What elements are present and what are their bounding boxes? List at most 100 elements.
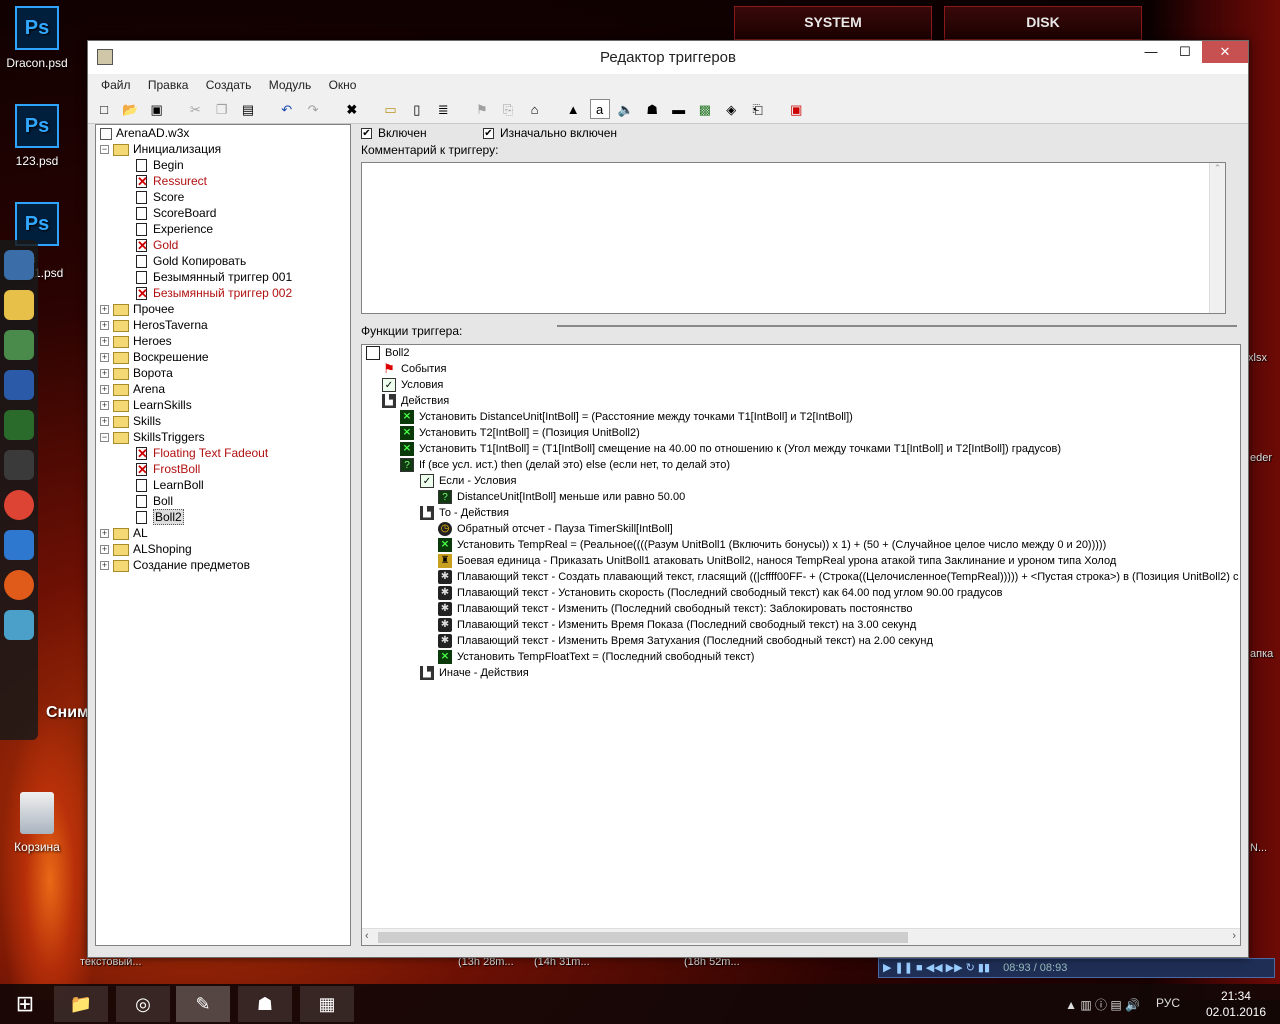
tree-trigger[interactable]: ✕ Ressurect bbox=[96, 173, 350, 189]
new-comment-icon[interactable]: ≣ bbox=[433, 99, 453, 119]
delete-icon[interactable]: ✖ bbox=[342, 99, 362, 119]
horizontal-scrollbar[interactable]: ‹ › bbox=[362, 928, 1240, 945]
network-icon[interactable] bbox=[4, 370, 34, 400]
tree-folder[interactable]: + ALShoping bbox=[96, 541, 350, 557]
splitter[interactable] bbox=[557, 325, 1237, 327]
v-icon[interactable] bbox=[4, 450, 34, 480]
actions-node[interactable]: ▙ Действия bbox=[382, 393, 449, 409]
tree-trigger[interactable]: ✕ Gold bbox=[96, 237, 350, 253]
tree-folder[interactable]: + Прочее bbox=[96, 301, 350, 317]
enabled-checkbox[interactable]: ✔ Включен bbox=[361, 124, 427, 142]
action-row[interactable]: ⨯ Установить T2[IntBoll] = (Позиция UnitB… bbox=[400, 425, 640, 441]
tree-folder[interactable]: + Воскрешение bbox=[96, 349, 350, 365]
action-row[interactable]: ✱ Плавающий текст - Изменить Время Затуха… bbox=[438, 633, 933, 649]
save-icon[interactable]: ▣ bbox=[147, 99, 167, 119]
expand-icon[interactable]: + bbox=[100, 545, 109, 555]
new-action-icon[interactable]: ⌂ bbox=[525, 99, 545, 119]
action-row[interactable]: ? If (все усл. ист.) then (делай это) els… bbox=[400, 457, 730, 473]
action-row[interactable]: ✱ Плавающий текст - Изменить Время Показа… bbox=[438, 617, 916, 633]
new-event-icon[interactable]: ⚑ bbox=[472, 99, 492, 119]
action-row[interactable]: ♜ Боевая единица - Приказать UnitBoll1 ат… bbox=[438, 553, 1116, 569]
collapse-icon[interactable]: − bbox=[100, 433, 109, 443]
worldedit-task[interactable]: ✎ bbox=[176, 986, 230, 1022]
photos-task[interactable]: ▦ bbox=[300, 986, 354, 1022]
expand-icon[interactable]: + bbox=[100, 353, 109, 363]
tree-trigger[interactable]: ✕ FrostBoll bbox=[96, 461, 350, 477]
conditions-node[interactable]: ✓ Условия bbox=[382, 377, 443, 393]
disk-button[interactable]: DISK bbox=[944, 6, 1142, 40]
system-button[interactable]: SYSTEM bbox=[734, 6, 932, 40]
cut-icon[interactable]: ✂ bbox=[185, 99, 205, 119]
maximize-button[interactable]: ☐ bbox=[1168, 41, 1202, 63]
sound-editor-icon[interactable]: 🔈 bbox=[616, 99, 636, 119]
object-manager-icon[interactable]: ◈ bbox=[721, 99, 741, 119]
tree-folder[interactable]: + LearnSkills bbox=[96, 397, 350, 413]
input-language[interactable]: РУС bbox=[1156, 996, 1180, 1010]
tree-folder[interactable]: − SkillsTriggers bbox=[96, 429, 350, 445]
functions-tree[interactable]: Boll2 ⚑ События ✓ Условия ▙ Действия ⨯ Установит… bbox=[361, 344, 1241, 946]
comment-textarea[interactable]: ⌃ bbox=[361, 162, 1226, 314]
new-icon[interactable]: □ bbox=[94, 99, 114, 119]
menu-module[interactable]: Модуль bbox=[262, 74, 319, 96]
events-node[interactable]: ⚑ События bbox=[382, 361, 446, 377]
menu-edit[interactable]: Правка bbox=[141, 74, 196, 96]
media-player-bar[interactable]: ▶ ❚❚ ■ ◀◀ ▶▶ ↻ ▮▮ 08:93 / 08:93 bbox=[878, 958, 1275, 978]
menu-window[interactable]: Окно bbox=[322, 74, 364, 96]
expand-icon[interactable]: + bbox=[100, 529, 109, 539]
clock[interactable]: 21:34 02.01.2016 bbox=[1206, 988, 1266, 1020]
tree-folder[interactable]: + Создание предметов bbox=[96, 557, 350, 573]
action-row[interactable]: ⨯ Установить T1[IntBoll] = (T1[IntBoll] с… bbox=[400, 441, 1061, 457]
tree-root[interactable]: ArenaAD.w3x bbox=[96, 125, 350, 141]
start-button[interactable]: ⊞ bbox=[0, 986, 50, 1022]
tree-folder[interactable]: + Skills bbox=[96, 413, 350, 429]
tree-folder[interactable]: + AL bbox=[96, 525, 350, 541]
tray-icons[interactable]: ▲ ▥ ⓘ ▤ 🔊 bbox=[1065, 996, 1140, 1013]
expand-icon[interactable]: + bbox=[100, 321, 109, 331]
import-manager-icon[interactable]: ⎗ bbox=[748, 99, 768, 119]
open-icon[interactable]: 📂 bbox=[120, 99, 140, 119]
trigger-editor-icon[interactable]: a bbox=[589, 99, 610, 119]
tree-folder[interactable]: + Arena bbox=[96, 381, 350, 397]
campaign-editor-icon[interactable]: ▬ bbox=[669, 99, 689, 119]
action-row[interactable]: ⨯ Установить TempReal = (Реальное((((Разу… bbox=[438, 537, 1106, 553]
recycle-bin[interactable]: Корзина bbox=[0, 792, 74, 854]
action-row[interactable]: ✱ Плавающий текст - Изменить (Последний с… bbox=[438, 601, 912, 617]
new-category-icon[interactable]: ▭ bbox=[380, 99, 400, 119]
chrome-task[interactable]: ◎ bbox=[116, 986, 170, 1022]
terrain-editor-icon[interactable]: ▲ bbox=[563, 99, 583, 119]
tree-trigger[interactable]: ✕ Безымянный триггер 002 bbox=[96, 285, 350, 301]
action-row[interactable]: ⨯ Установить DistanceUnit[IntBoll] = (Рас… bbox=[400, 409, 853, 425]
paste-icon[interactable]: ▤ bbox=[238, 99, 258, 119]
expand-icon[interactable]: + bbox=[100, 337, 109, 347]
expand-icon[interactable]: + bbox=[100, 305, 109, 315]
tree-trigger[interactable]: Безымянный триггер 001 bbox=[96, 269, 350, 285]
computer-icon[interactable] bbox=[4, 250, 34, 280]
tree-trigger[interactable]: Gold Копировать bbox=[96, 253, 350, 269]
expand-icon[interactable]: + bbox=[100, 401, 109, 411]
flash-icon[interactable] bbox=[4, 570, 34, 600]
tree-folder[interactable]: + Ворота bbox=[96, 365, 350, 381]
redo-icon[interactable]: ↷ bbox=[303, 99, 323, 119]
folder-icon[interactable] bbox=[4, 290, 34, 320]
download-icon[interactable] bbox=[4, 330, 34, 360]
undo-icon[interactable]: ↶ bbox=[277, 99, 297, 119]
then-actions-node[interactable]: ▙ То - Действия bbox=[420, 505, 509, 521]
condition-row[interactable]: ? DistanceUnit[IntBoll] меньше или равно … bbox=[438, 489, 685, 505]
tree-folder[interactable]: + Heroes bbox=[96, 333, 350, 349]
tree-folder[interactable]: − Инициализация bbox=[96, 141, 350, 157]
warcraft-task[interactable]: ☗ bbox=[238, 986, 292, 1022]
collapse-icon[interactable]: − bbox=[100, 145, 109, 155]
close-button[interactable]: ✕ bbox=[1202, 41, 1248, 63]
trigger-tree[interactable]: ArenaAD.w3x − Инициализация Begin ✕ Ressurec… bbox=[95, 124, 351, 946]
action-row[interactable]: ⨯ Установить TempFloatText = (Последний с… bbox=[438, 649, 754, 665]
tree-trigger[interactable]: Boll2 bbox=[96, 509, 350, 525]
tree-trigger[interactable]: Begin bbox=[96, 157, 350, 173]
chrome-icon[interactable] bbox=[4, 490, 34, 520]
title-bar[interactable]: Редактор триггеров — ☐ ✕ bbox=[88, 41, 1248, 74]
tree-trigger[interactable]: ✕ Floating Text Fadeout bbox=[96, 445, 350, 461]
menu-create[interactable]: Создать bbox=[199, 74, 259, 96]
expand-icon[interactable]: + bbox=[100, 561, 109, 571]
object-editor-icon[interactable]: ☗ bbox=[642, 99, 662, 119]
action-row[interactable]: ◷ Обратный отсчет - Пауза TimerSkill[IntB… bbox=[438, 521, 673, 537]
play-controls-icon[interactable]: ▶ ❚❚ ■ ◀◀ ▶▶ ↻ ▮▮ bbox=[883, 962, 990, 974]
